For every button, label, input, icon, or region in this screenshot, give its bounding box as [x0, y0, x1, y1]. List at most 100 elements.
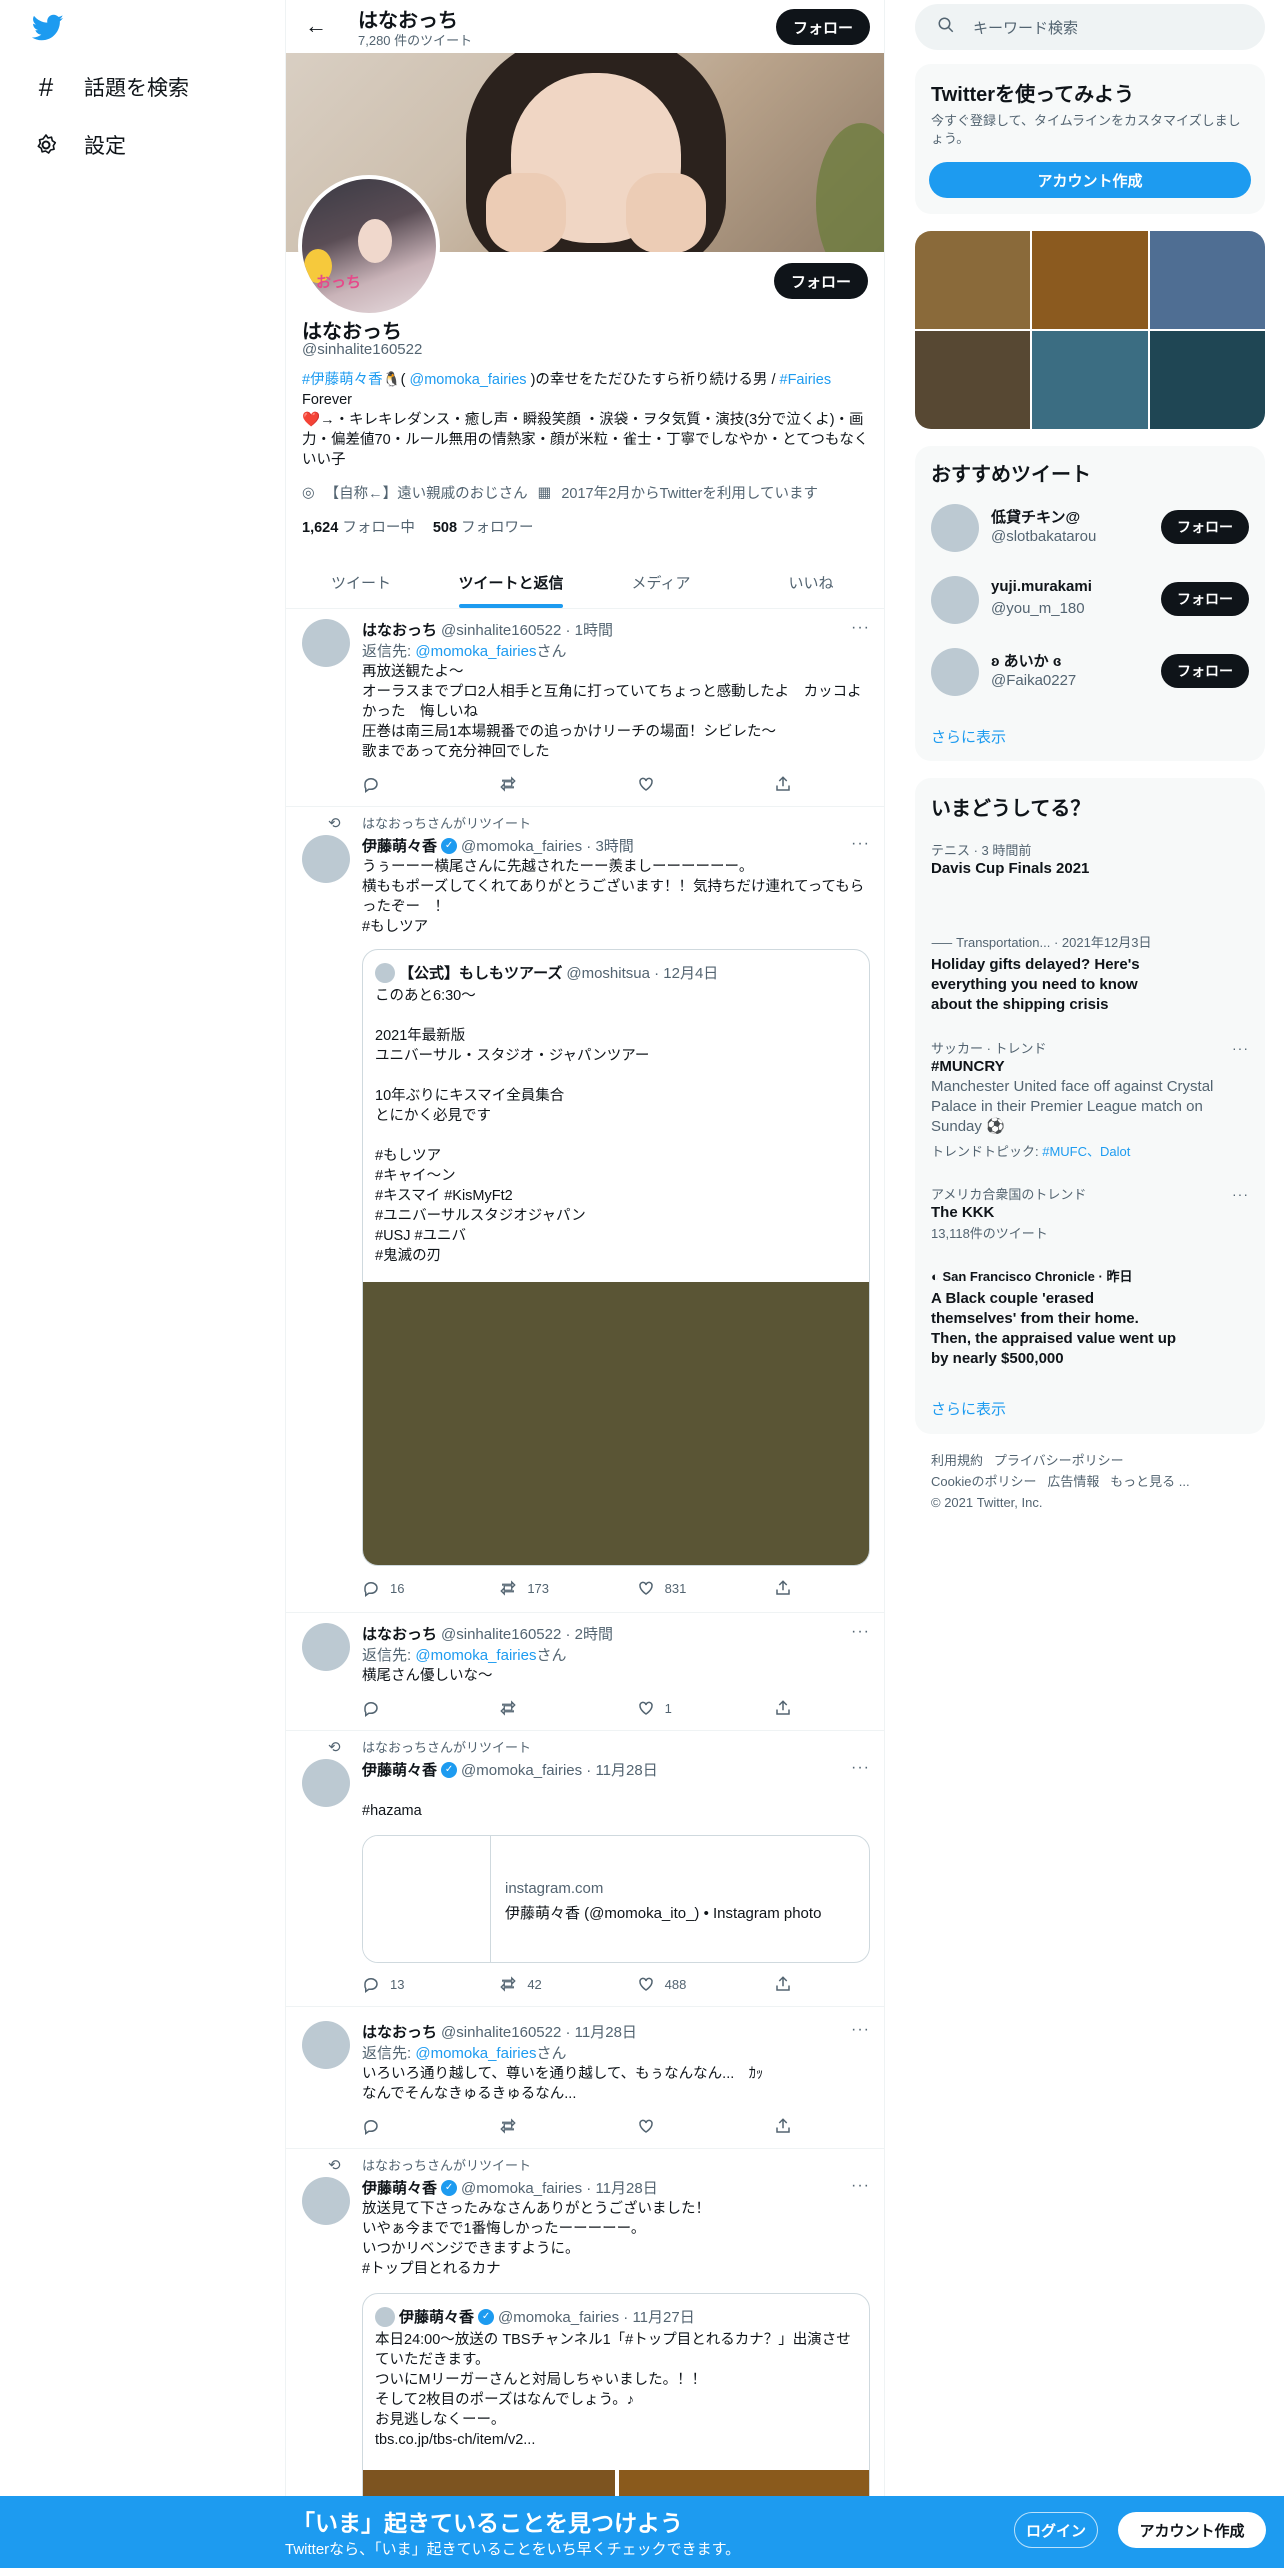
tweet-author-name[interactable]: はなおっち: [362, 2021, 437, 2042]
share-button[interactable]: [774, 1975, 792, 1993]
share-button[interactable]: [774, 1579, 792, 1597]
show-more-link[interactable]: さらに表示: [931, 1398, 1006, 1419]
tweet[interactable]: はなおっち @sinhalite160522 · 11月28日 ··· 返信先:…: [286, 2007, 884, 2149]
follow-button[interactable]: フォロー: [1161, 510, 1249, 544]
avatar[interactable]: [302, 2021, 350, 2069]
follow-button[interactable]: フォロー: [1161, 582, 1249, 616]
reply-button[interactable]: [362, 1699, 462, 1717]
more-options-icon[interactable]: ···: [851, 2021, 870, 2039]
tab-tweets-and-replies[interactable]: ツイートと返信: [436, 556, 586, 608]
more-options-icon[interactable]: ···: [1232, 1040, 1249, 1056]
share-button[interactable]: [774, 2117, 792, 2135]
retweet-button[interactable]: [499, 1699, 599, 1717]
retweet-button[interactable]: 173: [499, 1579, 599, 1597]
signup-button[interactable]: アカウント作成: [1118, 2512, 1266, 2548]
like-button[interactable]: 831: [637, 1579, 737, 1597]
header-follow-button[interactable]: フォロー: [776, 9, 870, 45]
trend-item[interactable]: テニス · 3 時間前 Davis Cup Finals 2021: [931, 840, 1249, 879]
avatar[interactable]: [302, 1623, 350, 1671]
tweet-hashtag-link[interactable]: #もしツア: [362, 917, 872, 937]
recommended-user[interactable]: ʚ あいか ɞ @Faika0227 フォロー: [931, 644, 1249, 700]
tweet-author-name[interactable]: 伊藤萌々香: [362, 2177, 437, 2198]
recommended-user[interactable]: yuji.murakami @you_m_180 フォロー: [931, 572, 1249, 628]
reply-mention-link[interactable]: @momoka_fairies: [415, 643, 536, 660]
search-input[interactable]: キーワード検索: [915, 4, 1265, 50]
bio-hashtag-link[interactable]: #伊藤萌々香: [302, 372, 383, 388]
more-options-icon[interactable]: ···: [1232, 1186, 1249, 1202]
like-button[interactable]: 1: [637, 1699, 737, 1717]
media-thumbnail[interactable]: [1032, 231, 1148, 329]
following-link[interactable]: 1,624 フォロー中: [302, 516, 415, 537]
more-options-icon[interactable]: ···: [851, 619, 870, 637]
share-button[interactable]: [774, 775, 792, 793]
footer-link[interactable]: もっと見る ...: [1110, 1474, 1189, 1489]
reply-button[interactable]: 13: [362, 1975, 462, 1993]
tweet-hashtag-link[interactable]: #トップ目とれるカナ: [362, 2259, 872, 2279]
tweet[interactable]: はなおっち @sinhalite160522 · 2時間 ··· 返信先: @m…: [286, 1613, 884, 1731]
media-thumbnail[interactable]: [915, 331, 1031, 429]
tab-tweets[interactable]: ツイート: [286, 556, 436, 608]
like-button[interactable]: [637, 2117, 737, 2135]
quote-media-image[interactable]: [363, 1282, 869, 1565]
tweet[interactable]: ⟲ はなおっちさんがリツイート 伊藤萌々香 ✓ @momoka_fairies ·…: [286, 807, 884, 1613]
reply-button[interactable]: 16: [362, 1579, 462, 1597]
bio-text: Forever: [302, 392, 352, 408]
retweet-button[interactable]: 42: [499, 1975, 599, 1993]
more-options-icon[interactable]: ···: [851, 835, 870, 853]
bio-mention-link[interactable]: @momoka_fairies: [410, 372, 527, 388]
avatar[interactable]: [302, 619, 350, 667]
tab-media[interactable]: メディア: [586, 556, 736, 608]
tweet-author-name[interactable]: 伊藤萌々香: [362, 1759, 437, 1780]
share-button[interactable]: [774, 1699, 792, 1717]
tweet-hashtag-link[interactable]: #hazama: [362, 1801, 872, 1821]
back-arrow-icon[interactable]: ←: [302, 13, 330, 41]
like-button[interactable]: 488: [637, 1975, 737, 1993]
link-preview-card[interactable]: instagram.com 伊藤萌々香 (@momoka_ito_) • Ins…: [362, 1835, 870, 1963]
trend-item[interactable]: アメリカ合衆国のトレンド The KKK 13,118件のツイート: [931, 1184, 1249, 1242]
profile-follow-button[interactable]: フォロー: [774, 263, 868, 299]
media-thumbnail[interactable]: [915, 231, 1031, 329]
footer-link[interactable]: 利用規約: [931, 1453, 983, 1468]
profile-avatar[interactable]: おっち: [298, 175, 440, 317]
footer-link[interactable]: 広告情報: [1047, 1474, 1099, 1489]
tab-likes[interactable]: いいね: [736, 556, 884, 608]
more-options-icon[interactable]: ···: [851, 2177, 870, 2195]
more-options-icon[interactable]: ···: [851, 1623, 870, 1641]
reply-mention-link[interactable]: @momoka_fairies: [415, 1647, 536, 1664]
recommended-user[interactable]: 低貸チキン@ @slotbakatarou フォロー: [931, 500, 1249, 556]
reply-button[interactable]: [362, 775, 462, 793]
media-thumbnail[interactable]: [1149, 231, 1265, 329]
like-button[interactable]: [637, 775, 737, 793]
media-thumbnail[interactable]: [1149, 331, 1265, 429]
retweet-button[interactable]: [499, 2117, 599, 2135]
avatar[interactable]: [302, 2177, 350, 2225]
avatar[interactable]: [302, 835, 350, 883]
follow-button[interactable]: フォロー: [1161, 654, 1249, 688]
reply-mention-link[interactable]: @momoka_fairies: [415, 2045, 536, 2062]
show-more-link[interactable]: さらに表示: [931, 726, 1006, 747]
trend-item[interactable]: ⸺ Transportation... · 2021年12月3日 Holiday…: [931, 932, 1171, 1015]
nav-settings[interactable]: 設定: [32, 130, 126, 160]
trend-item[interactable]: サッカー · トレンド #MUNCRY Manchester United fa…: [931, 1038, 1249, 1160]
reply-button[interactable]: [362, 2117, 462, 2135]
tweet-author-name[interactable]: 伊藤萌々香: [362, 835, 437, 856]
footer-link[interactable]: プライバシーポリシー: [994, 1453, 1124, 1468]
tweet-author-name[interactable]: はなおっち: [362, 619, 437, 640]
signup-button[interactable]: アカウント作成: [929, 162, 1251, 198]
login-button[interactable]: ログイン: [1014, 2512, 1098, 2548]
tweet[interactable]: ⟲ はなおっちさんがリツイート 伊藤萌々香 ✓ @momoka_fairies ·…: [286, 1731, 884, 2007]
media-thumbnail[interactable]: [1032, 331, 1148, 429]
more-options-icon[interactable]: ···: [851, 1759, 870, 1777]
twitter-logo-icon[interactable]: [32, 14, 64, 42]
footer-link[interactable]: Cookieのポリシー: [931, 1474, 1036, 1489]
bio-hashtag-link[interactable]: #Fairies: [780, 372, 832, 388]
trend-item[interactable]: ◐ San Francisco Chronicle · 昨日 A Black c…: [931, 1266, 1181, 1369]
tweet-author-name[interactable]: はなおっち: [362, 1623, 437, 1644]
tweet[interactable]: はなおっち @sinhalite160522 · 1時間 ··· 返信先: @m…: [286, 609, 884, 807]
quoted-tweet[interactable]: 【公式】もしもツアーズ @moshitsua · 12月4日 このあと6:30〜…: [362, 949, 870, 1566]
avatar[interactable]: [302, 1759, 350, 1807]
followers-link[interactable]: 508 フォロワー: [433, 516, 534, 537]
nav-explore[interactable]: # 話題を検索: [32, 72, 189, 102]
trend-topics-links[interactable]: #MUFC、Dalot: [1042, 1144, 1130, 1159]
retweet-button[interactable]: [499, 775, 599, 793]
